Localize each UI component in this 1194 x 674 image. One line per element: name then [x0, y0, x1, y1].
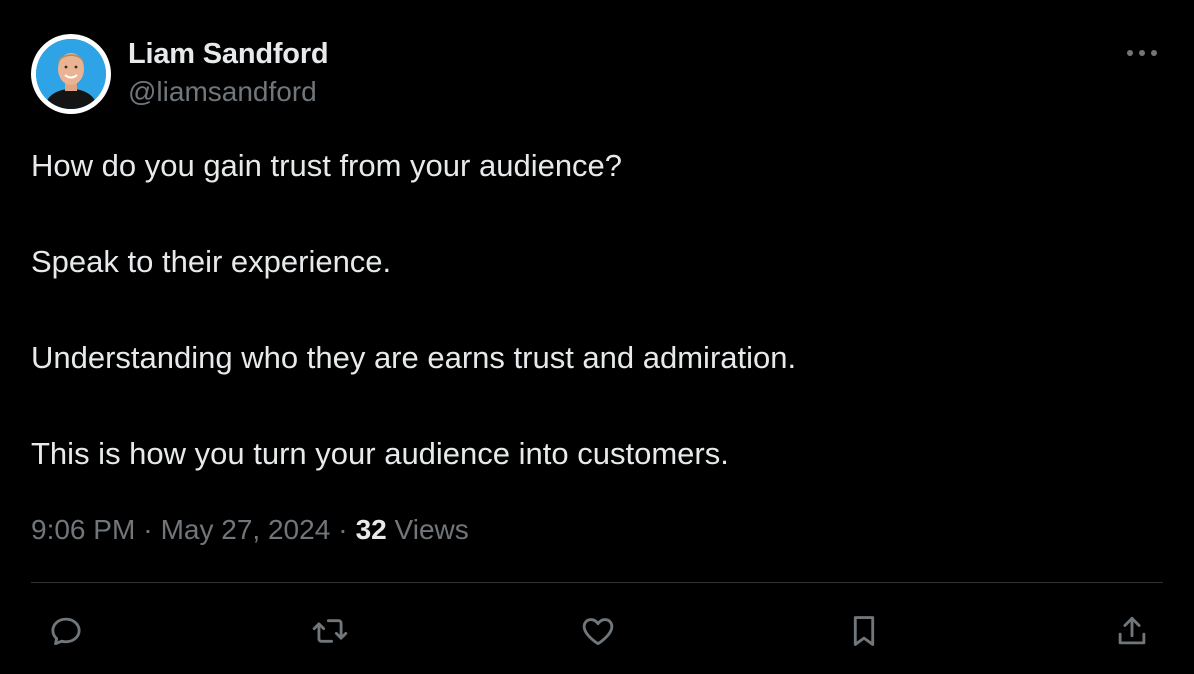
tweet-paragraph: How do you gain trust from your audience…	[31, 148, 623, 183]
views-count[interactable]: 32	[356, 514, 387, 545]
separator: ·	[338, 514, 348, 545]
like-icon	[582, 618, 614, 646]
more-icon	[1127, 50, 1157, 56]
bookmark-button[interactable]	[841, 608, 887, 654]
share-button[interactable]	[1109, 608, 1155, 654]
action-bar	[0, 608, 1194, 654]
tweet-paragraph: Understanding who they are earns trust a…	[31, 340, 797, 375]
author-info: Liam Sandford @liamsandford	[128, 36, 329, 110]
like-button[interactable]	[575, 608, 621, 654]
retweet-icon	[312, 619, 348, 643]
reply-button[interactable]	[43, 608, 89, 654]
avatar[interactable]	[31, 34, 111, 114]
share-icon	[1118, 616, 1146, 645]
bookmark-icon	[853, 616, 875, 646]
more-options-button[interactable]	[1120, 38, 1164, 68]
separator: ·	[143, 514, 153, 545]
tweet-paragraph: This is how you turn your audience into …	[31, 436, 729, 471]
views-label[interactable]: Views	[395, 514, 469, 545]
reply-icon	[51, 617, 81, 646]
tweet-metadata: 9:06 PM · May 27, 2024 · 32 Views	[31, 510, 469, 550]
author-handle[interactable]: @liamsandford	[128, 74, 328, 110]
tweet: Liam Sandford @liamsandford How do you g…	[0, 0, 1194, 674]
tweet-time[interactable]: 9:06 PM	[31, 514, 135, 545]
author-display-name[interactable]: Liam Sandford	[128, 36, 329, 72]
tweet-text: How do you gain trust from your audience…	[31, 144, 1161, 528]
retweet-button[interactable]	[307, 608, 353, 654]
avatar-photo	[36, 39, 106, 109]
tweet-paragraph: Speak to their experience.	[31, 244, 392, 279]
tweet-date[interactable]: May 27, 2024	[161, 514, 331, 545]
divider	[31, 582, 1163, 583]
